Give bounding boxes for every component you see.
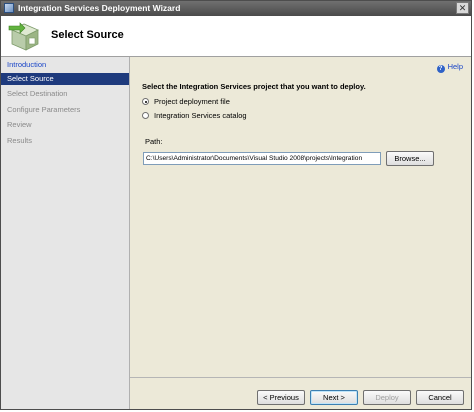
option-project-deployment-file[interactable]: Project deployment file	[142, 97, 230, 106]
radio-button[interactable]	[142, 112, 149, 119]
sidebar-item-configure-parameters: Configure Parameters	[7, 105, 81, 114]
sidebar-item-select-destination: Select Destination	[7, 89, 68, 98]
path-label: Path:	[145, 137, 163, 146]
option-label: Integration Services catalog	[154, 111, 247, 120]
previous-button[interactable]: < Previous	[257, 390, 305, 405]
browse-button[interactable]: Browse...	[386, 151, 434, 166]
option-integration-services-catalog[interactable]: Integration Services catalog	[142, 111, 247, 120]
wizard-deploy-icon	[8, 22, 39, 51]
next-button[interactable]: Next >	[310, 390, 358, 405]
sidebar-item-select-source[interactable]: Select Source	[1, 73, 129, 85]
app-icon	[4, 3, 14, 13]
wizard-steps-sidebar: Introduction Select Source Select Destin…	[1, 57, 130, 409]
window-title: Integration Services Deployment Wizard	[18, 3, 181, 13]
radio-button-checked[interactable]	[142, 98, 149, 105]
wizard-window: Integration Services Deployment Wizard ✕…	[0, 0, 472, 410]
help-icon: ?	[436, 65, 445, 73]
path-input[interactable]: C:\Users\Administrator\Documents\Visual …	[143, 152, 381, 165]
footer-divider	[130, 377, 471, 378]
option-label: Project deployment file	[154, 97, 230, 106]
header-banner: Select Source	[1, 16, 471, 57]
sidebar-item-review: Review	[7, 120, 32, 129]
cancel-button[interactable]: Cancel	[416, 390, 464, 405]
help-link[interactable]: ? Help	[436, 62, 463, 73]
main-panel: ? Help Select the Integration Services pr…	[130, 57, 471, 409]
close-button[interactable]: ✕	[456, 2, 469, 14]
sidebar-item-results: Results	[7, 136, 33, 145]
deploy-button: Deploy	[363, 390, 411, 405]
instruction-text: Select the Integration Services project …	[142, 82, 366, 91]
title-bar[interactable]: Integration Services Deployment Wizard ✕	[1, 1, 471, 16]
help-label: Help	[447, 62, 463, 71]
page-title: Select Source	[51, 29, 124, 41]
sidebar-item-introduction[interactable]: Introduction	[1, 59, 129, 71]
